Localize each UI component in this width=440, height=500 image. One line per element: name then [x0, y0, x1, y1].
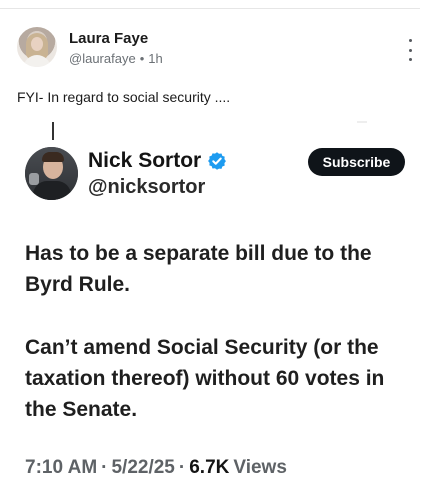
author-handle[interactable]: @laurafaye: [69, 51, 136, 66]
author-meta: @laurafaye • 1h: [69, 51, 163, 66]
faint-mark: [357, 121, 367, 123]
more-vertical-icon[interactable]: [405, 39, 415, 61]
embedded-dot-1: ·: [101, 457, 108, 478]
embedded-handle: @nicksortor: [88, 176, 206, 198]
embedded-views-count: 6.7K: [189, 457, 230, 478]
embedded-display-name: Nick Sortor: [88, 149, 202, 172]
embedded-dot-2: ·: [178, 457, 186, 478]
embedded-views-label: Views: [233, 457, 287, 478]
embedded-paragraph-1: Has to be a separate bill due to the Byr…: [25, 242, 372, 296]
verified-badge-icon: [208, 152, 227, 170]
author-display-name[interactable]: Laura Faye: [69, 30, 148, 47]
embedded-date: 5/22/25: [111, 457, 175, 478]
post-time[interactable]: 1h: [148, 51, 162, 66]
post-text: FYI- In regard to social security ....: [17, 89, 231, 105]
embedded-author-avatar: [25, 147, 78, 200]
embedded-author-name-row: Nick Sortor: [88, 149, 227, 173]
author-avatar[interactable]: [17, 27, 57, 67]
embed-cursor-mark: [52, 122, 54, 140]
meta-separator: •: [139, 51, 145, 66]
top-divider: [0, 8, 420, 9]
subscribe-button: Subscribe: [308, 148, 405, 176]
embedded-paragraph-2: Can’t amend Social Security (or the taxa…: [25, 336, 385, 421]
embedded-time: 7:10 AM: [25, 457, 98, 478]
embedded-tweet-meta: 7:10 AM · 5/22/25 · 6.7K Views: [25, 457, 287, 479]
